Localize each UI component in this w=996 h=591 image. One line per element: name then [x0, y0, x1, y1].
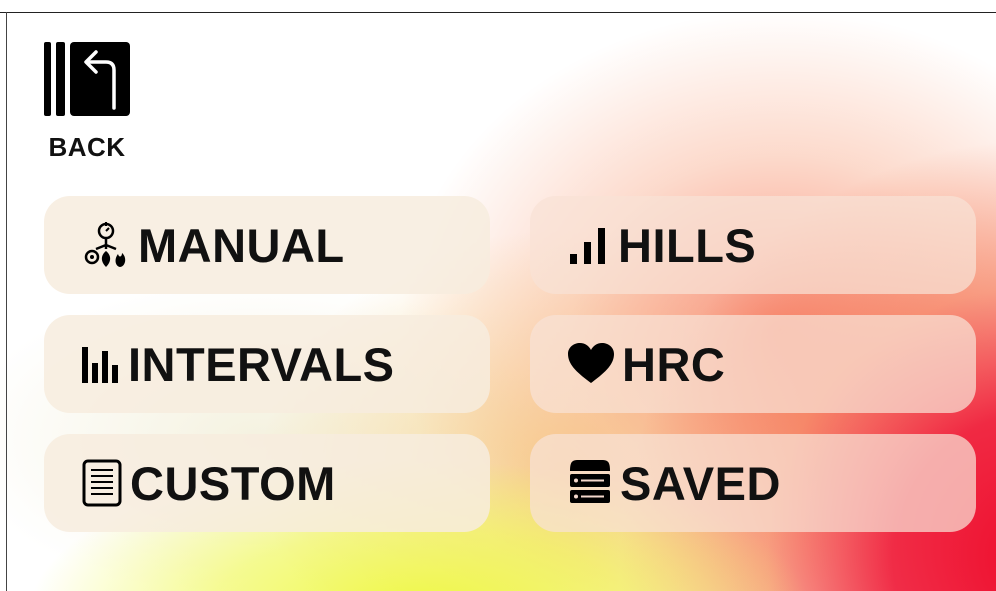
program-tile-hills[interactable]: HILLS — [530, 196, 976, 294]
hills-bars-icon — [566, 222, 612, 268]
back-arrow-icon — [44, 42, 130, 116]
heart-icon — [566, 341, 616, 387]
program-label-manual: MANUAL — [138, 218, 345, 272]
program-tile-manual[interactable]: MANUAL — [44, 196, 490, 294]
stack-icon — [566, 457, 614, 509]
intervals-bars-icon — [80, 341, 122, 387]
program-tile-custom[interactable]: CUSTOM — [44, 434, 490, 532]
manual-icon — [80, 219, 132, 271]
program-label-custom: CUSTOM — [130, 456, 336, 510]
program-label-intervals: INTERVALS — [128, 337, 395, 391]
program-label-saved: SAVED — [620, 456, 781, 510]
program-label-hills: HILLS — [618, 218, 757, 272]
program-tile-hrc[interactable]: HRC — [530, 315, 976, 413]
back-button[interactable]: BACK — [40, 40, 134, 164]
program-tile-intervals[interactable]: INTERVALS — [44, 315, 490, 413]
top-border — [0, 12, 996, 13]
left-border — [6, 12, 7, 591]
program-tile-saved[interactable]: SAVED — [530, 434, 976, 532]
back-label: BACK — [48, 132, 126, 162]
program-label-hrc: HRC — [622, 337, 726, 391]
program-select-screen: BACK MANUAL HILLS INTERVALS HRC CUSTOM S… — [0, 0, 996, 591]
document-icon — [80, 458, 124, 508]
